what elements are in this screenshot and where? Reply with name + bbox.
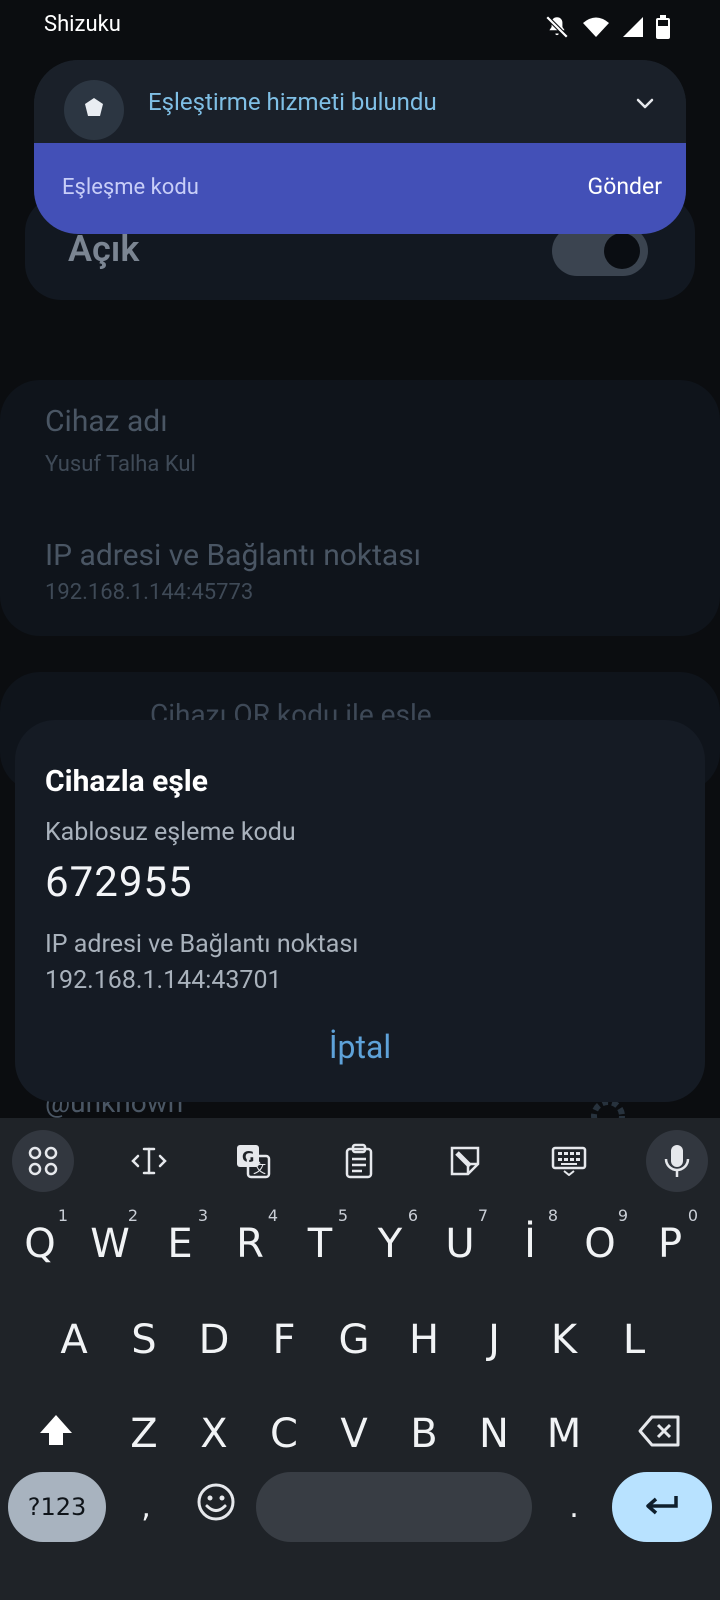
backspace-icon	[638, 1411, 682, 1457]
backspace-key[interactable]	[618, 1394, 702, 1474]
key-z[interactable]: Z	[110, 1394, 178, 1474]
emoji-icon	[196, 1482, 236, 1532]
emoji-key[interactable]	[182, 1472, 250, 1542]
pairing-code-input[interactable]: Eşleşme kodu	[62, 175, 199, 200]
device-name-label: Cihaz adı	[45, 404, 168, 439]
key-k[interactable]: K	[530, 1300, 598, 1380]
enter-icon	[642, 1484, 682, 1530]
notification-title: Eşleştirme hizmeti bulundu	[148, 88, 437, 116]
translate-icon[interactable]: G文	[222, 1130, 284, 1192]
key-q[interactable]: Q1	[6, 1204, 74, 1284]
key-t[interactable]: T5	[286, 1204, 354, 1284]
pairing-code-value: 672955	[45, 858, 193, 907]
key-g[interactable]: G	[320, 1300, 388, 1380]
shift-icon	[38, 1411, 74, 1457]
key-e[interactable]: E3	[146, 1204, 214, 1284]
notification-reply-bar: Eşleşme kodu Gönder	[34, 143, 686, 234]
send-button[interactable]: Gönder	[588, 173, 662, 200]
key-b[interactable]: B	[390, 1394, 458, 1474]
ip-port-value: 192.168.1.144:45773	[45, 580, 254, 605]
key-p[interactable]: P0	[636, 1204, 704, 1284]
key-w[interactable]: W2	[76, 1204, 144, 1284]
notification-header[interactable]: Eşleştirme hizmeti bulundu	[34, 60, 686, 143]
cancel-button[interactable]: İptal	[15, 1028, 705, 1066]
shift-key[interactable]	[14, 1394, 98, 1474]
dialog-ip-label: IP adresi ve Bağlantı noktası	[45, 930, 359, 959]
key-o[interactable]: O9	[566, 1204, 634, 1284]
period-key[interactable]: .	[540, 1472, 608, 1542]
key-u[interactable]: U7	[426, 1204, 494, 1284]
text-cursor-icon[interactable]	[118, 1130, 180, 1192]
key-l[interactable]: L	[600, 1300, 668, 1380]
on-screen-keyboard: G文 Q1 W2 E3 R4 T5 Y6 U7 İ8 O9 P0 A S D F…	[0, 1118, 720, 1600]
space-bar[interactable]	[256, 1472, 532, 1542]
key-a[interactable]: A	[40, 1300, 108, 1380]
key-r[interactable]: R4	[216, 1204, 284, 1284]
apps-grid-icon[interactable]	[12, 1130, 74, 1192]
notification-app-icon	[64, 80, 124, 140]
signal-icon	[622, 15, 644, 39]
chevron-down-icon[interactable]	[634, 92, 656, 118]
key-h[interactable]: H	[390, 1300, 458, 1380]
clipboard-icon[interactable]	[328, 1130, 390, 1192]
key-c[interactable]: C	[250, 1394, 318, 1474]
enter-key[interactable]	[612, 1472, 712, 1542]
toggle-knob	[604, 233, 640, 269]
service-on-label: Açık	[68, 228, 140, 270]
mic-icon[interactable]	[646, 1130, 708, 1192]
shizuku-icon	[82, 96, 106, 124]
battery-icon	[656, 15, 670, 39]
dialog-ip-value: 192.168.1.144:43701	[45, 966, 282, 995]
qr-pair-label: Cihazı QR kodu ile eşle	[150, 698, 432, 720]
keyboard-icon[interactable]	[538, 1130, 600, 1192]
status-bar: Shizuku	[0, 0, 720, 56]
ip-port-label: IP adresi ve Bağlantı noktası	[45, 538, 422, 573]
dialog-title: Cihazla eşle	[45, 764, 208, 799]
sticker-icon[interactable]	[434, 1130, 496, 1192]
wifi-icon	[582, 15, 610, 39]
status-app-name: Shizuku	[44, 12, 121, 37]
status-icons	[544, 14, 670, 40]
key-y[interactable]: Y6	[356, 1204, 424, 1284]
key-x[interactable]: X	[180, 1394, 248, 1474]
pair-device-dialog: Cihazla eşle Kablosuz eşleme kodu 672955…	[15, 720, 705, 1102]
keyboard-toolbar: G文	[0, 1118, 720, 1202]
comma-key[interactable]: ,	[112, 1472, 180, 1542]
svg-text:文: 文	[253, 1162, 266, 1177]
key-s[interactable]: S	[110, 1300, 178, 1380]
key-m[interactable]: M	[530, 1394, 598, 1474]
key-n[interactable]: N	[460, 1394, 528, 1474]
key-j[interactable]: J	[460, 1300, 528, 1380]
do-not-disturb-icon	[544, 14, 570, 40]
key-f[interactable]: F	[250, 1300, 318, 1380]
device-name-value: Yusuf Talha Kul	[45, 452, 196, 477]
key-v[interactable]: V	[320, 1394, 388, 1474]
symbols-key[interactable]: ?123	[8, 1472, 106, 1542]
key-d[interactable]: D	[180, 1300, 248, 1380]
key-i-dotted[interactable]: İ8	[496, 1204, 564, 1284]
pairing-code-label: Kablosuz eşleme kodu	[45, 818, 296, 847]
pairing-notification[interactable]: Eşleştirme hizmeti bulundu Eşleşme kodu …	[34, 60, 686, 234]
